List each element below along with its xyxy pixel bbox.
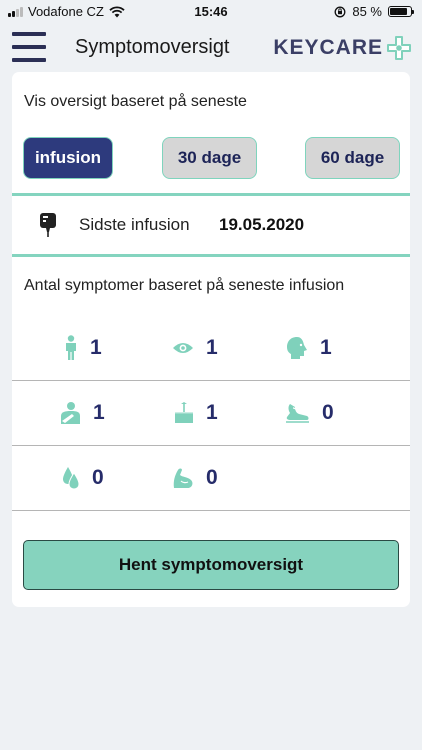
page-title: Symptomoversigt [75, 36, 230, 58]
keycare-logo: KEYCARE [273, 35, 412, 61]
symptom-count: 1 [90, 336, 102, 359]
skin-icon [175, 402, 193, 423]
symptom-count: 0 [322, 401, 334, 424]
symptom-count: 0 [92, 466, 104, 489]
symptom-item[interactable]: 0 [284, 381, 334, 445]
app-header: Symptomoversigt KEYCARE [0, 24, 422, 70]
medical-cross-icon [387, 36, 411, 60]
symptom-count: 1 [320, 336, 332, 359]
range-button-60-days[interactable]: 60 dage [305, 137, 400, 179]
symptom-row: 1 1 1 [12, 316, 410, 381]
foot-icon [286, 404, 309, 423]
symptom-item[interactable]: 1 [64, 316, 102, 380]
iv-bag-icon [40, 213, 56, 237]
battery-icon [388, 6, 414, 17]
fetch-symptom-overview-button[interactable]: Hent symptomoversigt [23, 540, 399, 590]
eye-icon [173, 343, 193, 353]
symptom-item[interactable]: 0 [172, 446, 218, 510]
symptom-count: 1 [93, 401, 105, 424]
orientation-lock-icon [334, 6, 346, 17]
symptom-card: Vis oversigt baseret på seneste infusion… [12, 72, 410, 607]
status-bar: Vodafone CZ 15:46 85 % [0, 0, 422, 24]
overview-heading: Vis oversigt baseret på seneste [24, 93, 247, 110]
last-infusion-label: Sidste infusion [79, 215, 190, 234]
symptom-item[interactable]: 0 [62, 446, 104, 510]
symptom-item[interactable]: 1 [174, 381, 218, 445]
symptom-row: 1 1 0 [12, 381, 410, 446]
symptom-item[interactable]: 1 [286, 316, 332, 380]
symptom-count: 1 [206, 336, 218, 359]
symptom-count-heading: Antal symptomer baseret på seneste infus… [24, 277, 345, 294]
head-icon [287, 337, 307, 359]
status-right: 85 % [334, 4, 414, 19]
person-icon [66, 335, 76, 360]
chest-pain-icon [61, 402, 80, 424]
last-infusion-date: 19.05.2020 [219, 215, 305, 234]
symptom-count: 1 [206, 401, 218, 424]
battery-percent: 85 % [352, 4, 382, 19]
range-button-infusion[interactable]: infusion [23, 137, 113, 179]
symptom-row: 0 0 [12, 446, 410, 511]
range-button-30-days[interactable]: 30 dage [162, 137, 257, 179]
drop-icon [63, 467, 80, 490]
last-infusion-row: Sidste infusion 19.05.2020 [12, 196, 410, 254]
logo-text: KEYCARE [273, 36, 383, 59]
symptom-item[interactable]: 1 [59, 381, 105, 445]
hamburger-menu-icon[interactable] [12, 32, 46, 62]
muscle-icon [173, 468, 193, 488]
divider-bottom [12, 254, 410, 257]
symptom-count: 0 [206, 466, 218, 489]
symptom-item[interactable]: 1 [172, 316, 218, 380]
